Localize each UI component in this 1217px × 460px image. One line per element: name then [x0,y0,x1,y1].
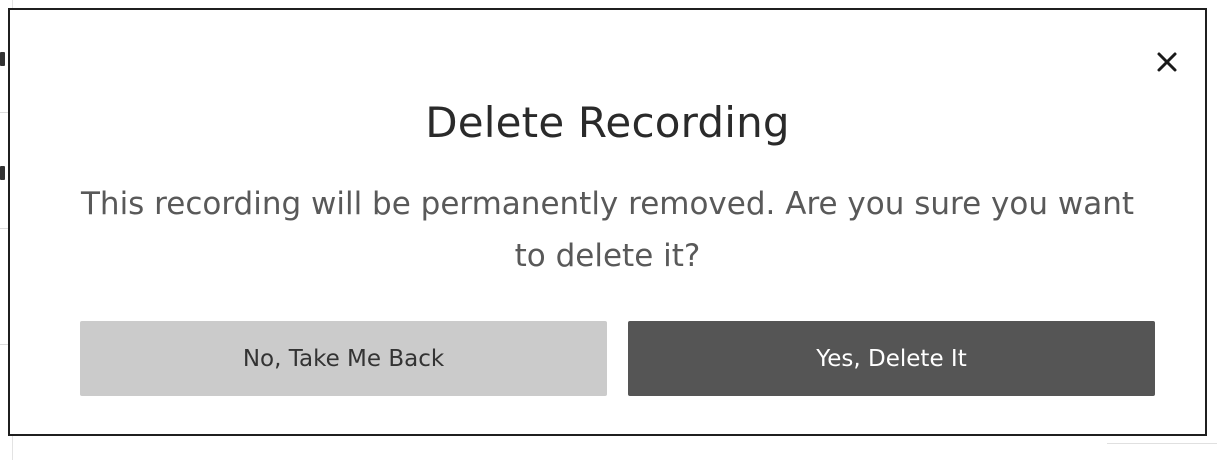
close-button[interactable] [1149,44,1185,80]
background-text-fragment [0,166,5,180]
delete-recording-dialog: Delete Recording This recording will be … [8,8,1207,436]
background-page-corner [1107,443,1217,460]
background-text-fragment [0,52,5,66]
confirm-delete-button[interactable]: Yes, Delete It [628,321,1155,396]
close-icon [1157,52,1177,72]
dialog-message: This recording will be permanently remov… [80,186,1135,274]
dialog-title: Delete Recording [425,98,790,147]
screen: Delete Recording This recording will be … [0,0,1217,460]
cancel-button[interactable]: No, Take Me Back [80,321,607,396]
